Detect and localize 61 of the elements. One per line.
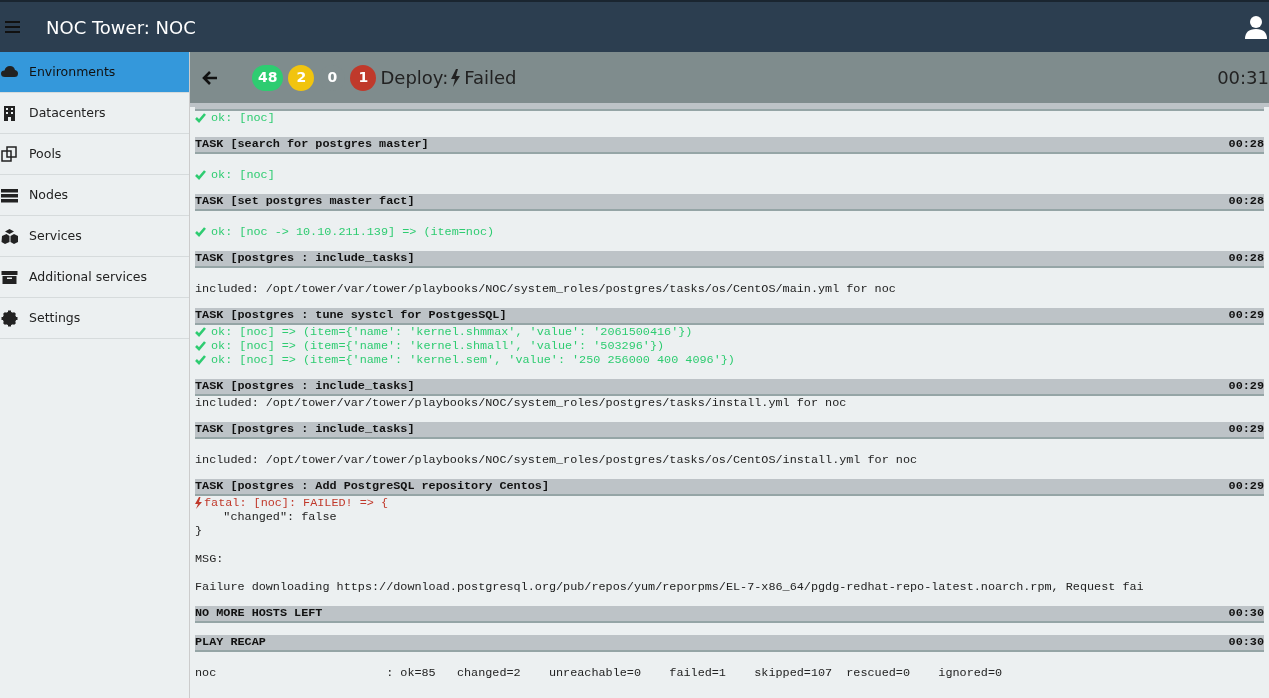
count-badge: 48 bbox=[252, 64, 284, 91]
task-time: 00:29 bbox=[1228, 379, 1264, 394]
task-title: TASK [postgres : include_tasks] bbox=[195, 379, 415, 394]
log-line: MSG: bbox=[195, 551, 224, 566]
job-status: Failed bbox=[464, 66, 517, 90]
log-line: } bbox=[195, 524, 203, 538]
cubes-icon bbox=[1, 227, 18, 245]
count-badge: 1 bbox=[350, 64, 377, 91]
log-line: ok: [noc] bbox=[211, 111, 275, 125]
task-time: 00:30 bbox=[1228, 635, 1264, 650]
back-arrow-icon[interactable] bbox=[202, 70, 218, 85]
task-time: 00:28 bbox=[1228, 251, 1264, 266]
log-line: noc : ok=85 changed=2 unreachable=0 failed=1 skipped=107 rescued=0 ignored=0 bbox=[195, 665, 1003, 680]
lightning-icon bbox=[451, 68, 461, 87]
task-time: 00:28 bbox=[1228, 137, 1264, 152]
task-title: PLAY RECAP bbox=[195, 635, 266, 650]
log-line: included: /opt/tower/var/tower/playbooks/NOC/system_roles/postgres/tasks/os/CentOS/main.yml for noc bbox=[195, 281, 896, 296]
task-title: TASK [postgres : include_tasks] bbox=[195, 251, 415, 266]
task-time: 00:29 bbox=[1228, 479, 1264, 494]
log-line: ok: [noc] => (item={'name': 'kernel.sem', 'value': '250 256000 400 4096'}) bbox=[211, 353, 735, 367]
task-time: 00:30 bbox=[1228, 606, 1264, 621]
sidebar-item[interactable]: Nodes bbox=[0, 175, 189, 216]
task-title: TASK [postgres : tune systcl for PostgesSQL] bbox=[195, 308, 507, 323]
task-title: NO MORE HOSTS LEFT bbox=[195, 606, 323, 621]
log-line: ok: [noc] => (item={'name': 'kernel.shmmax', 'value': '2061500416'}) bbox=[211, 325, 693, 339]
check-icon bbox=[195, 170, 206, 180]
task-time: 00:29 bbox=[1228, 308, 1264, 323]
task-title: TASK [postgres : Add PostgreSQL repository Centos] bbox=[195, 479, 549, 494]
check-icon bbox=[195, 327, 206, 337]
count-badge: 2 bbox=[288, 64, 315, 91]
sidebar-item[interactable]: Services bbox=[0, 216, 189, 257]
check-icon bbox=[195, 341, 206, 351]
check-icon bbox=[195, 355, 206, 365]
settings-icon bbox=[1, 309, 18, 327]
sidebar-item[interactable]: Datacenters bbox=[0, 93, 189, 134]
log-line: ok: [noc] bbox=[211, 167, 275, 182]
app-title: NOC Tower: NOC bbox=[46, 15, 196, 40]
task-time: 00:28 bbox=[1228, 194, 1264, 209]
sidebar-item[interactable]: Environments bbox=[0, 52, 189, 93]
check-icon bbox=[195, 113, 206, 123]
server-icon bbox=[1, 186, 18, 204]
check-icon bbox=[195, 227, 206, 237]
elapsed-time: 00:31 bbox=[1217, 66, 1269, 90]
log-line: "changed": false bbox=[222, 510, 337, 524]
task-time: 00:29 bbox=[1228, 422, 1264, 437]
sidebar-item[interactable]: Settings bbox=[0, 298, 189, 339]
lightning-icon bbox=[195, 497, 202, 509]
squares-icon bbox=[1, 145, 18, 163]
user-icon[interactable] bbox=[1245, 15, 1267, 39]
sidebar-item[interactable]: Additional services bbox=[0, 257, 189, 298]
task-title: TASK [search for postgres master] bbox=[195, 137, 429, 152]
task-title: TASK [set postgres master fact] bbox=[195, 194, 415, 209]
log-line: included: /opt/tower/var/tower/playbooks/NOC/system_roles/postgres/tasks/install.yml for noc bbox=[195, 396, 847, 410]
log-line: ok: [noc -> 10.10.211.139] => (item=noc) bbox=[211, 224, 495, 239]
log-line: ok: [noc] => (item={'name': 'kernel.shmall', 'value': '503296'}) bbox=[211, 339, 665, 353]
log-line: included: /opt/tower/var/tower/playbooks/NOC/system_roles/postgres/tasks/os/CentOS/install.yml for noc bbox=[195, 452, 918, 467]
log-line: fatal: [noc]: FAILED! => { bbox=[204, 496, 389, 510]
task-title: TASK [postgres : include_tasks] bbox=[195, 422, 415, 437]
job-title: Deploy: bbox=[380, 66, 449, 90]
log-line: Failure downloading https://download.postgresql.org/pub/repos/yum/reporpms/EL-7-x86_64/pgdg-redhat-repo-latest.noarch.rpm, Request fai bbox=[195, 579, 1144, 594]
sidebar-item[interactable]: Pools bbox=[0, 134, 189, 175]
